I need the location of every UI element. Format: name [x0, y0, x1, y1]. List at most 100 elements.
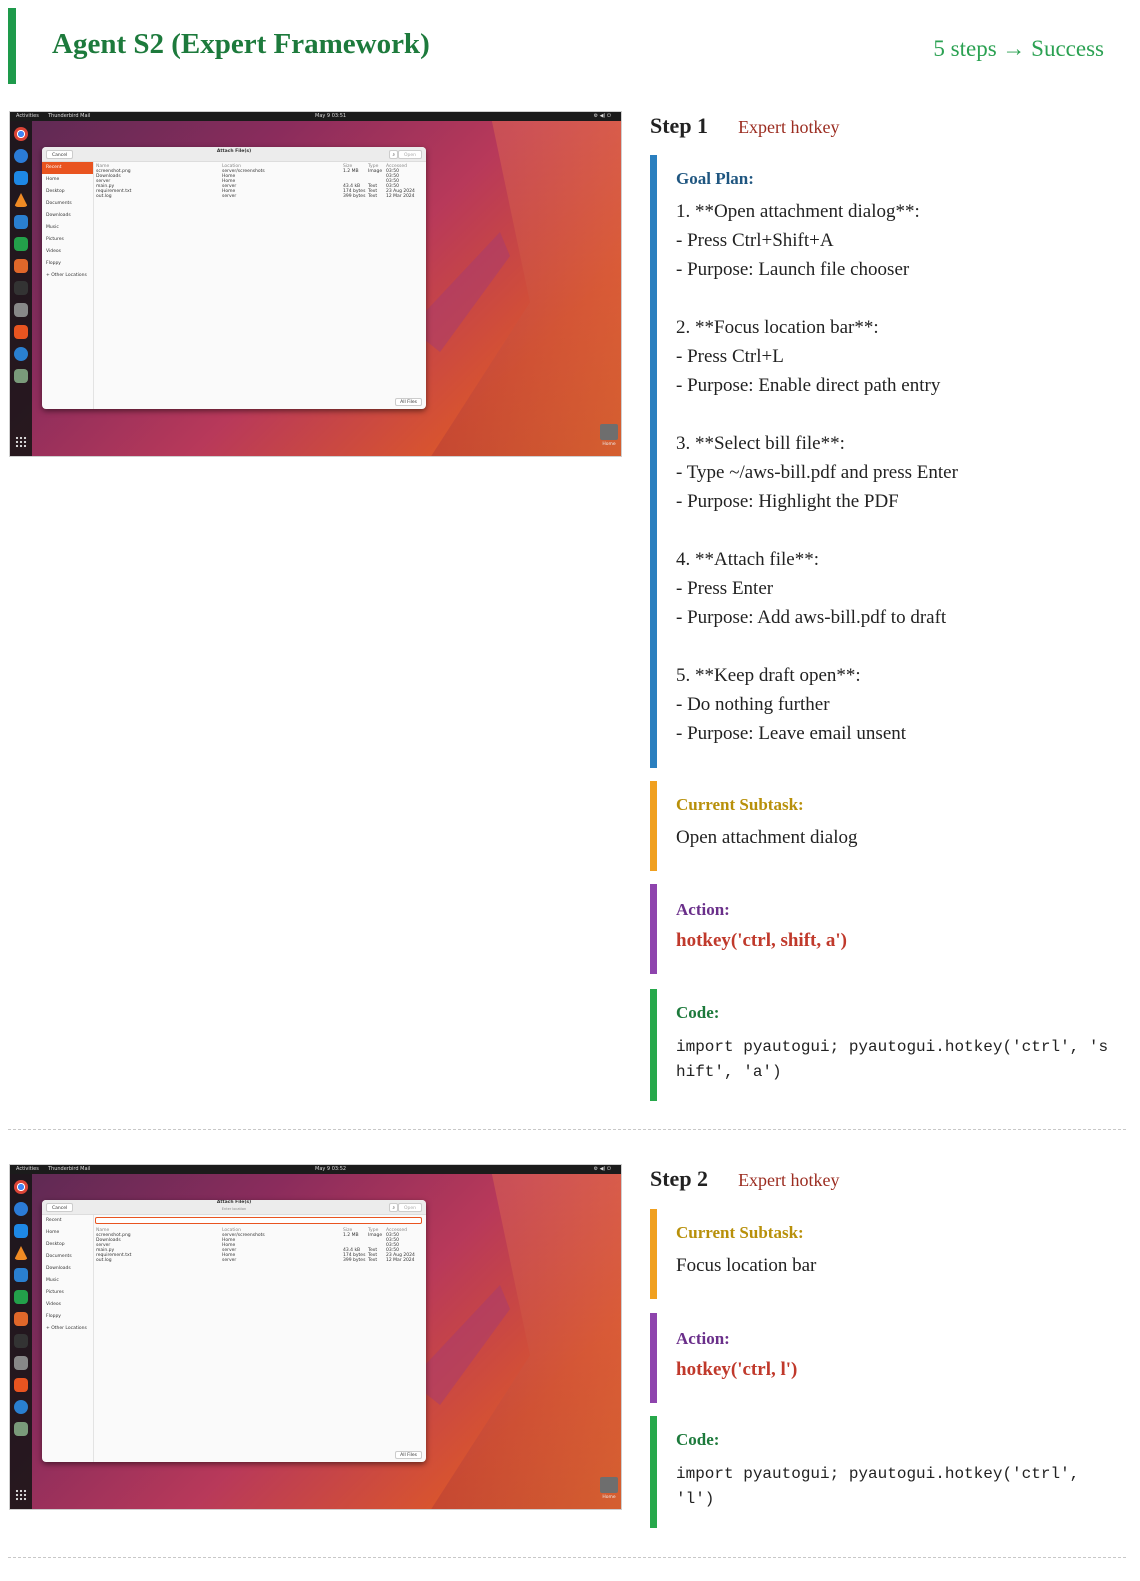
terminal-icon: [14, 281, 28, 295]
place-floppy[interactable]: Floppy: [42, 1311, 93, 1323]
place-other-locations[interactable]: + Other Locations: [42, 1323, 93, 1335]
file-filter-select[interactable]: All Files: [395, 1451, 422, 1459]
page-header: Agent S2 (Expert Framework) 5 steps → Su…: [8, 8, 1132, 84]
place-desktop[interactable]: Desktop: [42, 186, 93, 198]
clock-label: May 9 03:51: [315, 113, 347, 119]
place-recent[interactable]: Recent: [42, 1215, 93, 1227]
file-name: out.log: [96, 194, 112, 199]
current-subtask-text: Focus location bar: [676, 1255, 817, 1276]
goal-plan-text: 1. **Open attachment dialog**: - Press C…: [676, 201, 958, 744]
file-size: 399 bytes: [343, 194, 366, 199]
place-home[interactable]: Home: [42, 174, 93, 186]
desktop-topbar: Activities Thunderbird Mail May 9 03:51 …: [10, 112, 621, 121]
place-downloads[interactable]: Downloads: [42, 1263, 93, 1275]
help-icon: [14, 1400, 28, 1414]
goal-plan-label: Goal Plan:: [676, 169, 754, 188]
action-panel: Action: hotkey('ctrl, shift, a'): [650, 884, 1120, 974]
file-type: Text: [368, 194, 378, 199]
thunderbird-icon: [14, 1202, 28, 1216]
desktop-topbar: Activities Thunderbird Mail May 9 03:52 …: [10, 1165, 621, 1174]
activities-label: Activities: [16, 113, 39, 119]
code-label: Code:: [676, 1003, 720, 1022]
app-grid-icon: [15, 1489, 27, 1501]
places-sidebar: Recent Home Desktop Documents Downloads …: [42, 1215, 94, 1462]
file-size: 399 bytes: [343, 1258, 366, 1263]
place-videos[interactable]: Videos: [42, 246, 93, 258]
action-label: Action:: [676, 900, 730, 919]
file-accessed: 12 Mar 2024: [386, 1258, 415, 1263]
step-number: Step 1: [650, 113, 709, 138]
file-accessed: 12 Mar 2024: [386, 194, 415, 199]
writer-icon: [14, 215, 28, 229]
vlc-icon: [14, 1246, 28, 1260]
step-1-header: Step 1 Expert hotkey: [650, 113, 840, 139]
place-downloads[interactable]: Downloads: [42, 210, 93, 222]
step-kind: Expert hotkey: [738, 117, 840, 137]
home-folder-icon[interactable]: [600, 424, 618, 440]
place-music[interactable]: Music: [42, 222, 93, 234]
chrome-icon: [14, 127, 28, 141]
file-filter-select[interactable]: All Files: [395, 398, 422, 406]
vlc-icon: [14, 193, 28, 207]
current-subtask-panel: Current Subtask: Open attachment dialog: [650, 781, 1120, 871]
place-music[interactable]: Music: [42, 1275, 93, 1287]
place-pictures[interactable]: Pictures: [42, 1287, 93, 1299]
table-row[interactable]: out.log server 399 bytes Text 12 Mar 2024: [96, 1258, 422, 1263]
activities-label: Activities: [16, 1166, 39, 1172]
attach-files-dialog: Cancel Attach File(s) Open ⌕ Recent Home…: [42, 147, 426, 409]
app-label: Thunderbird Mail: [48, 113, 91, 119]
place-home[interactable]: Home: [42, 1227, 93, 1239]
place-floppy[interactable]: Floppy: [42, 258, 93, 270]
open-button[interactable]: Open: [397, 1203, 422, 1212]
app-label: Thunderbird Mail: [48, 1166, 91, 1172]
place-videos[interactable]: Videos: [42, 1299, 93, 1311]
file-list: Name Location Size Type Accessed screens…: [96, 1228, 422, 1448]
search-icon[interactable]: ⌕: [389, 150, 398, 159]
vscode-icon: [14, 1224, 28, 1238]
file-name: out.log: [96, 1258, 112, 1263]
files-icon: [14, 303, 28, 317]
location-input[interactable]: [95, 1217, 422, 1224]
place-recent[interactable]: Recent: [42, 162, 93, 174]
open-button[interactable]: Open: [397, 150, 422, 159]
file-type: Text: [368, 1258, 378, 1263]
home-folder-label: Home: [602, 442, 616, 447]
home-folder-icon[interactable]: [600, 1477, 618, 1493]
app-grid-icon: [15, 436, 27, 448]
attach-files-dialog: Cancel Attach File(s) Enter location Ope…: [42, 1200, 426, 1462]
step-divider: [8, 1129, 1126, 1130]
dock: [10, 1174, 32, 1509]
action-text: hotkey('ctrl, shift, a'): [676, 930, 847, 951]
dialog-subtitle: Enter location: [221, 1207, 247, 1211]
step-kind: Expert hotkey: [738, 1170, 840, 1190]
trash-icon: [14, 369, 28, 383]
place-documents[interactable]: Documents: [42, 1251, 93, 1263]
step-2-screenshot: Activities Thunderbird Mail May 9 03:52 …: [9, 1164, 622, 1510]
help-icon: [14, 347, 28, 361]
software-icon: [14, 325, 28, 339]
files-icon: [14, 1356, 28, 1370]
current-subtask-panel: Current Subtask: Focus location bar: [650, 1209, 1120, 1299]
current-subtask-label: Current Subtask:: [676, 1223, 804, 1242]
impress-icon: [14, 1312, 28, 1326]
terminal-icon: [14, 1334, 28, 1348]
step-2-header: Step 2 Expert hotkey: [650, 1166, 840, 1192]
search-icon[interactable]: ⌕: [389, 1203, 398, 1212]
file-location: server: [222, 194, 237, 199]
goal-plan-panel: Goal Plan: 1. **Open attachment dialog**…: [650, 155, 1120, 768]
dock: [10, 121, 32, 456]
run-summary: 5 steps → Success: [933, 36, 1104, 61]
code-panel: Code: import pyautogui; pyautogui.hotkey…: [650, 989, 1120, 1101]
step-1-screenshot: Activities Thunderbird Mail May 9 03:51 …: [9, 111, 622, 457]
place-desktop[interactable]: Desktop: [42, 1239, 93, 1251]
code-label: Code:: [676, 1430, 720, 1449]
place-documents[interactable]: Documents: [42, 198, 93, 210]
step-divider: [8, 1557, 1126, 1558]
thunderbird-icon: [14, 149, 28, 163]
table-row[interactable]: out.log server 399 bytes Text 12 Mar 2024: [96, 194, 422, 199]
place-other-locations[interactable]: + Other Locations: [42, 270, 93, 282]
impress-icon: [14, 259, 28, 273]
system-tray-icon: ⚙ ◀) ⏻: [593, 1166, 611, 1172]
action-panel: Action: hotkey('ctrl, l'): [650, 1313, 1120, 1403]
place-pictures[interactable]: Pictures: [42, 234, 93, 246]
